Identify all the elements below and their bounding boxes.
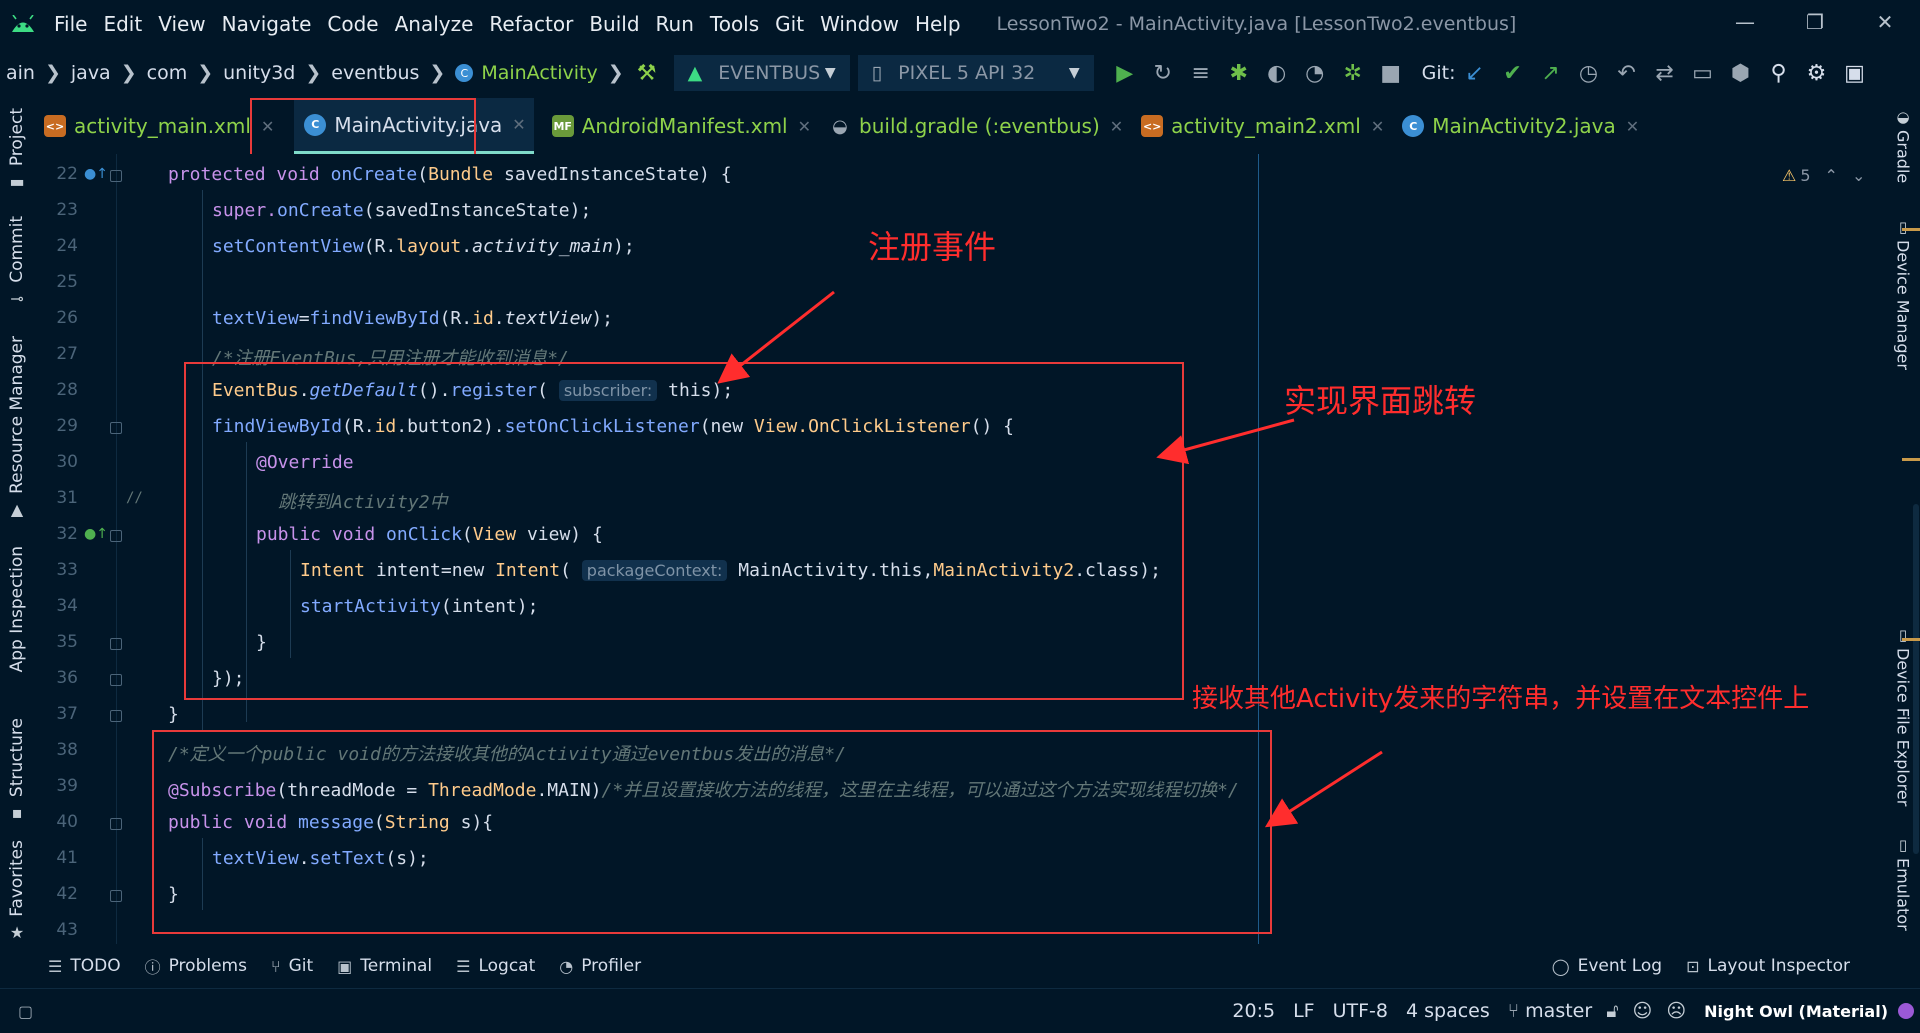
annotation-arrows — [717, 290, 1383, 828]
tool-terminal[interactable]: ▣ Terminal — [337, 956, 432, 976]
branch-icon: ⑂ — [1507, 1000, 1520, 1022]
tool-git[interactable]: ⑂ Git — [271, 956, 313, 976]
lock-icon[interactable]: 🔓︎ — [1606, 1000, 1618, 1022]
smile-icon[interactable]: ☺ — [1633, 1000, 1653, 1022]
tool-todo[interactable]: ☰ TODO — [48, 956, 121, 976]
tool-event-log[interactable]: ◯ Event Log — [1552, 956, 1662, 976]
arrow-to-jump — [1156, 418, 1295, 465]
tool-logcat[interactable]: ☰ Logcat — [456, 956, 535, 976]
theme-icon — [1898, 1003, 1914, 1019]
theme-name[interactable]: Night Owl (Material) — [1704, 1002, 1888, 1021]
arrow-to-receive — [1264, 750, 1383, 828]
chat-icon: ◯ — [1551, 956, 1570, 976]
logcat-icon: ☰ — [456, 956, 471, 976]
tool-layout-inspector[interactable]: ⊡ Layout Inspector — [1686, 956, 1850, 976]
frown-icon[interactable]: ☹ — [1666, 1000, 1686, 1022]
tool-problems[interactable]: ⓘ Problems — [145, 954, 247, 978]
terminal-icon: ▣ — [337, 956, 353, 976]
indent-setting[interactable]: 4 spaces — [1406, 1000, 1490, 1022]
file-encoding[interactable]: UTF-8 — [1333, 1000, 1388, 1022]
git-branch[interactable]: ⑂ master — [1508, 1000, 1592, 1022]
panel-toggle-icon[interactable]: ▢ — [18, 1002, 33, 1021]
list-icon: ☰ — [48, 956, 63, 976]
caret-position[interactable]: 20:5 — [1232, 1000, 1275, 1022]
layout-inspector-icon: ⊡ — [1686, 956, 1700, 976]
line-separator[interactable]: LF — [1293, 1000, 1315, 1022]
branch-icon: ⑂ — [270, 956, 281, 976]
gauge-icon: ◔ — [559, 956, 574, 976]
status-bar: ▢ 20:5 LF UTF-8 4 spaces ⑂ master 🔓︎ ☺ ☹ … — [0, 988, 1920, 1033]
bottom-tool-bar: ☰ TODO ⓘ Problems ⑂ Git ▣ Terminal ☰ Logcat ◔… — [34, 944, 1886, 988]
info-icon: ⓘ — [144, 958, 161, 977]
arrow-to-register — [717, 290, 835, 384]
tool-profiler[interactable]: ◔ Profiler — [559, 956, 641, 976]
